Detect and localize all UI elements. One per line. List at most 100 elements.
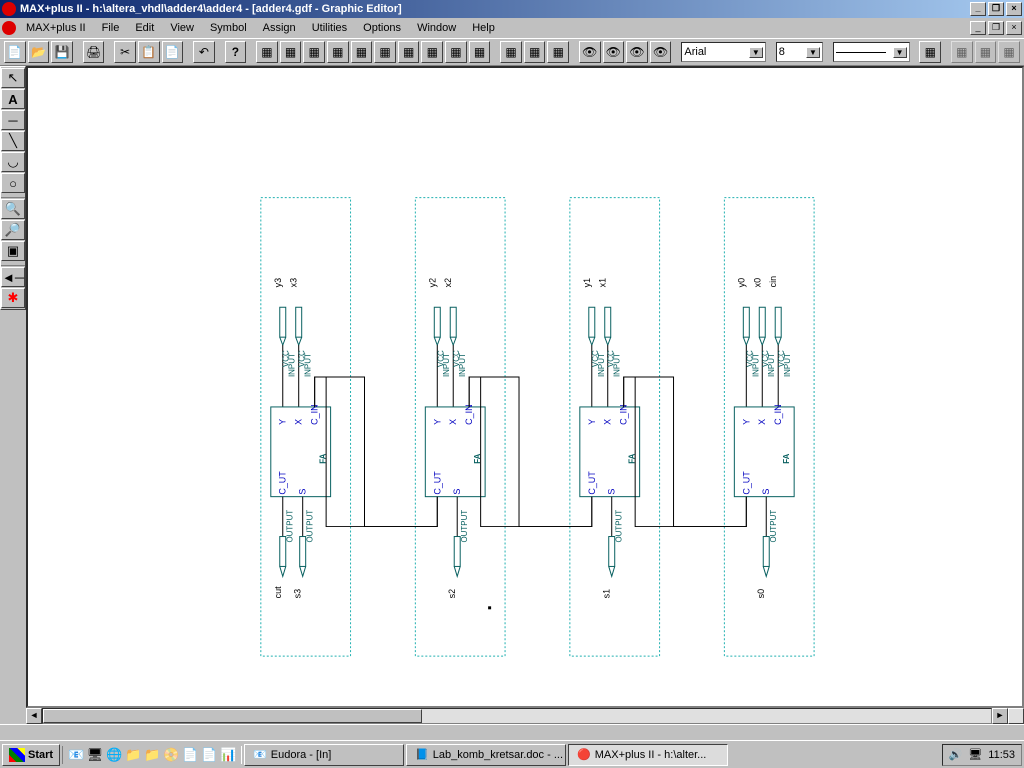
tool-button[interactable]: ▦ — [524, 41, 546, 63]
open-button[interactable]: 📂 — [28, 41, 50, 63]
zoom-out-tool[interactable]: 🔎 — [1, 220, 25, 240]
taskbar-item-word[interactable]: 📘 Lab_komb_kretsar.doc - ... — [406, 744, 566, 766]
line-selector[interactable]: ▼ — [833, 42, 910, 62]
mdi-maximize-button[interactable]: ❐ — [988, 21, 1004, 35]
tool-button[interactable]: ▦ — [327, 41, 349, 63]
svg-text:x0: x0 — [752, 278, 762, 287]
mdi-minimize-button[interactable]: _ — [970, 21, 986, 35]
quick-launch-icon[interactable]: 📄 — [200, 746, 218, 764]
text-tool[interactable]: A — [1, 89, 25, 109]
svg-text:OUTPUT: OUTPUT — [460, 510, 469, 543]
help-button[interactable]: ? — [225, 41, 247, 63]
svg-text:S: S — [607, 489, 617, 495]
cut-button[interactable]: ✂ — [114, 41, 136, 63]
menu-symbol[interactable]: Symbol — [202, 20, 255, 36]
tool-button[interactable]: 👁 — [650, 41, 672, 63]
svg-text:OUTPUT: OUTPUT — [306, 510, 315, 543]
tool-button: ▦ — [951, 41, 973, 63]
menu-edit[interactable]: Edit — [127, 20, 162, 36]
tool-button[interactable]: ▦ — [500, 41, 522, 63]
quick-launch-icon[interactable]: 📧 — [67, 746, 85, 764]
quick-launch-icon[interactable]: 📊 — [219, 746, 237, 764]
quick-launch-icon[interactable]: 📄 — [181, 746, 199, 764]
svg-text:s1: s1 — [602, 589, 612, 598]
scroll-left-button[interactable]: ◄ — [26, 708, 42, 724]
svg-text:C_UT: C_UT — [741, 471, 751, 495]
copy-button[interactable]: 📋 — [138, 41, 160, 63]
connector-tool[interactable]: ◄─ — [1, 267, 25, 287]
close-button[interactable]: × — [1006, 2, 1022, 16]
tool-button[interactable]: ▦ — [445, 41, 467, 63]
start-button[interactable]: Start — [2, 744, 60, 766]
tool-button[interactable]: ▦ — [303, 41, 325, 63]
maximize-button[interactable]: ❐ — [988, 2, 1004, 16]
new-button[interactable]: 📄 — [4, 41, 26, 63]
menu-options[interactable]: Options — [355, 20, 409, 36]
tool-button[interactable]: 👁 — [626, 41, 648, 63]
menu-maxplus[interactable]: MAX+plus II — [18, 20, 94, 36]
scroll-track[interactable] — [42, 708, 992, 724]
menu-assign[interactable]: Assign — [255, 20, 304, 36]
mdi-close-button[interactable]: × — [1006, 21, 1022, 35]
tray-icon[interactable]: 🔊 — [949, 748, 963, 761]
menu-file[interactable]: File — [94, 20, 128, 36]
quick-launch-icon[interactable]: 📁 — [124, 746, 142, 764]
tool-button[interactable]: ▦ — [919, 41, 941, 63]
tool-button[interactable]: ▦ — [351, 41, 373, 63]
svg-text:INPUT: INPUT — [458, 353, 467, 377]
tool-button[interactable]: ▦ — [547, 41, 569, 63]
scroll-thumb[interactable] — [43, 709, 422, 723]
tool-button[interactable]: 👁 — [579, 41, 601, 63]
menu-utilities[interactable]: Utilities — [304, 20, 355, 36]
svg-text:s2: s2 — [447, 589, 457, 598]
scroll-right-button[interactable]: ► — [992, 708, 1008, 724]
undo-button[interactable]: ↶ — [193, 41, 215, 63]
fit-tool[interactable]: ▣ — [1, 241, 25, 261]
tool-button[interactable]: ▦ — [469, 41, 491, 63]
font-name: Arial — [684, 46, 706, 58]
svg-text:INPUT: INPUT — [613, 353, 622, 377]
print-button[interactable]: 🖨 — [83, 41, 105, 63]
tool-button[interactable]: ▦ — [374, 41, 396, 63]
svg-text:Y: Y — [432, 419, 442, 425]
paste-button[interactable]: 📄 — [162, 41, 184, 63]
svg-text:INPUT: INPUT — [442, 353, 451, 377]
font-selector[interactable]: Arial ▼ — [681, 42, 766, 62]
junction-tool[interactable]: ✱ — [1, 288, 25, 308]
horizontal-scrollbar[interactable]: ◄ ► — [26, 708, 1024, 724]
selection-tool[interactable]: ↖ — [1, 68, 25, 88]
quick-launch-icon[interactable]: 🖥 — [86, 746, 104, 764]
taskbar-item-eudora[interactable]: 📧 Eudora - [In] — [244, 744, 404, 766]
tool-button[interactable]: ▦ — [280, 41, 302, 63]
quick-launch-icon[interactable]: 🌐 — [105, 746, 123, 764]
tool-button[interactable]: ▦ — [398, 41, 420, 63]
minimize-button[interactable]: _ — [970, 2, 986, 16]
tray-icon[interactable]: 🖥 — [968, 748, 982, 761]
menu-view[interactable]: View — [162, 20, 202, 36]
line-tool[interactable]: ─ — [1, 110, 25, 130]
menu-help[interactable]: Help — [464, 20, 503, 36]
svg-text:S: S — [452, 489, 462, 495]
schematic-canvas[interactable]: y3VCCINPUTx3VCCINPUTFAYXC_INC_UTScutOUTP… — [26, 66, 1024, 708]
toolbar: 📄 📂 💾 🖨 ✂ 📋 📄 ↶ ? ▦ ▦ ▦ ▦ ▦ ▦ ▦ ▦ ▦ ▦ ▦ … — [0, 38, 1024, 66]
svg-text:X: X — [448, 419, 458, 425]
size-selector[interactable]: 8 ▼ — [776, 42, 823, 62]
quick-launch-icon[interactable]: 📀 — [162, 746, 180, 764]
zoom-in-tool[interactable]: 🔍 — [1, 199, 25, 219]
app-menu-icon[interactable] — [2, 21, 16, 35]
svg-text:y1: y1 — [582, 278, 592, 287]
taskbar-item-maxplus[interactable]: 🔴 MAX+plus II - h:\alter... — [568, 744, 728, 766]
tool-button[interactable]: 👁 — [603, 41, 625, 63]
tool-button[interactable]: ▦ — [256, 41, 278, 63]
dropdown-icon: ▼ — [806, 47, 820, 58]
quick-launch-icon[interactable]: 📁 — [143, 746, 161, 764]
arc-tool[interactable]: ◡ — [1, 152, 25, 172]
status-bar — [0, 724, 1024, 740]
save-button[interactable]: 💾 — [51, 41, 73, 63]
tool-button[interactable]: ▦ — [421, 41, 443, 63]
diag-line-tool[interactable]: ╲ — [1, 131, 25, 151]
circle-tool[interactable]: ○ — [1, 173, 25, 193]
menu-window[interactable]: Window — [409, 20, 464, 36]
svg-text:INPUT: INPUT — [288, 353, 297, 377]
svg-text:s0: s0 — [756, 589, 766, 598]
